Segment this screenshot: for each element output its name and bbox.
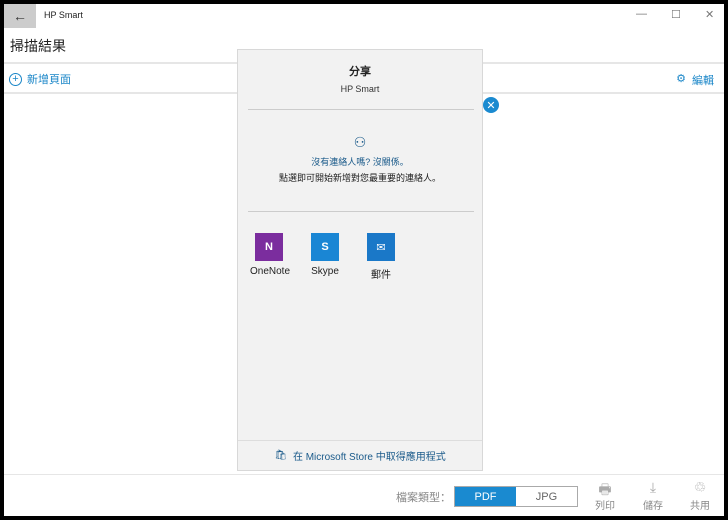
download-icon: ⤓ <box>649 479 657 495</box>
onenote-icon: N <box>255 233 283 261</box>
share-label: 共用 <box>690 501 710 512</box>
share-icon: ♲ <box>693 479 707 495</box>
skype-icon: S <box>311 233 339 261</box>
printer-icon: 🖶 <box>598 481 612 497</box>
save-label: 儲存 <box>643 501 663 512</box>
edit-button[interactable]: ⚙ 編輯 <box>676 72 714 88</box>
contacts-hint[interactable]: 點選即可開始新增對您最重要的連絡人。 <box>238 171 482 184</box>
pdf-option[interactable]: PDF <box>455 487 516 506</box>
store-link[interactable]: 🛍 在 Microsoft Store 中取得應用程式 <box>238 440 482 470</box>
store-bag-icon: 🛍 <box>274 450 287 461</box>
add-page-button[interactable]: + 新增頁面 <box>9 71 71 87</box>
back-button[interactable]: ← <box>4 4 36 28</box>
title-bar: ← HP Smart — ☐ ✕ <box>4 4 724 28</box>
bottom-bar: 檔案類型： PDF JPG 🖶 列印 ⤓ 儲存 ♲ 共用 <box>4 474 724 516</box>
sliders-icon: ⚙ <box>676 73 686 85</box>
add-page-label: 新增頁面 <box>27 74 71 86</box>
minimize-button[interactable]: — <box>636 8 647 20</box>
print-button[interactable]: 🖶 列印 <box>585 479 625 512</box>
share-title: 分享 <box>349 66 371 78</box>
share-button[interactable]: ♲ 共用 <box>680 479 720 512</box>
save-button[interactable]: ⤓ 儲存 <box>633 479 673 512</box>
app-label: 郵件 <box>371 270 391 281</box>
share-panel: 分享 HP Smart ⚇ 沒有連絡人嗎? 沒關係。 點選即可開始新增對您最重要… <box>237 49 483 471</box>
app-mail[interactable]: ✉ 郵件 <box>362 233 400 281</box>
file-type-toggle: PDF JPG <box>454 486 578 507</box>
file-type-label: 檔案類型： <box>396 492 451 504</box>
app-onenote[interactable]: N OneNote <box>250 233 291 281</box>
divider <box>248 211 474 212</box>
page-title: 掃描結果 <box>10 38 66 54</box>
no-contacts-link[interactable]: 沒有連絡人嗎? 沒關係。 <box>238 155 482 168</box>
close-share-button[interactable]: ✕ <box>483 97 499 113</box>
divider <box>248 109 474 110</box>
plus-icon: + <box>9 72 22 86</box>
print-label: 列印 <box>595 501 615 512</box>
close-window-button[interactable]: ✕ <box>705 8 714 21</box>
app-label: OneNote <box>250 266 291 277</box>
share-app-list: N OneNote S Skype ✉ 郵件 <box>250 233 400 281</box>
store-link-label: 在 Microsoft Store 中取得應用程式 <box>292 452 446 463</box>
app-skype[interactable]: S Skype <box>306 233 344 281</box>
contacts-icon: ⚇ <box>353 134 367 150</box>
app-title: HP Smart <box>44 10 83 20</box>
mail-icon: ✉ <box>367 233 395 261</box>
jpg-option[interactable]: JPG <box>516 487 577 506</box>
app-label: Skype <box>311 266 339 277</box>
edit-label: 編輯 <box>692 75 714 87</box>
share-subtitle: HP Smart <box>340 84 380 94</box>
maximize-button[interactable]: ☐ <box>671 8 681 21</box>
